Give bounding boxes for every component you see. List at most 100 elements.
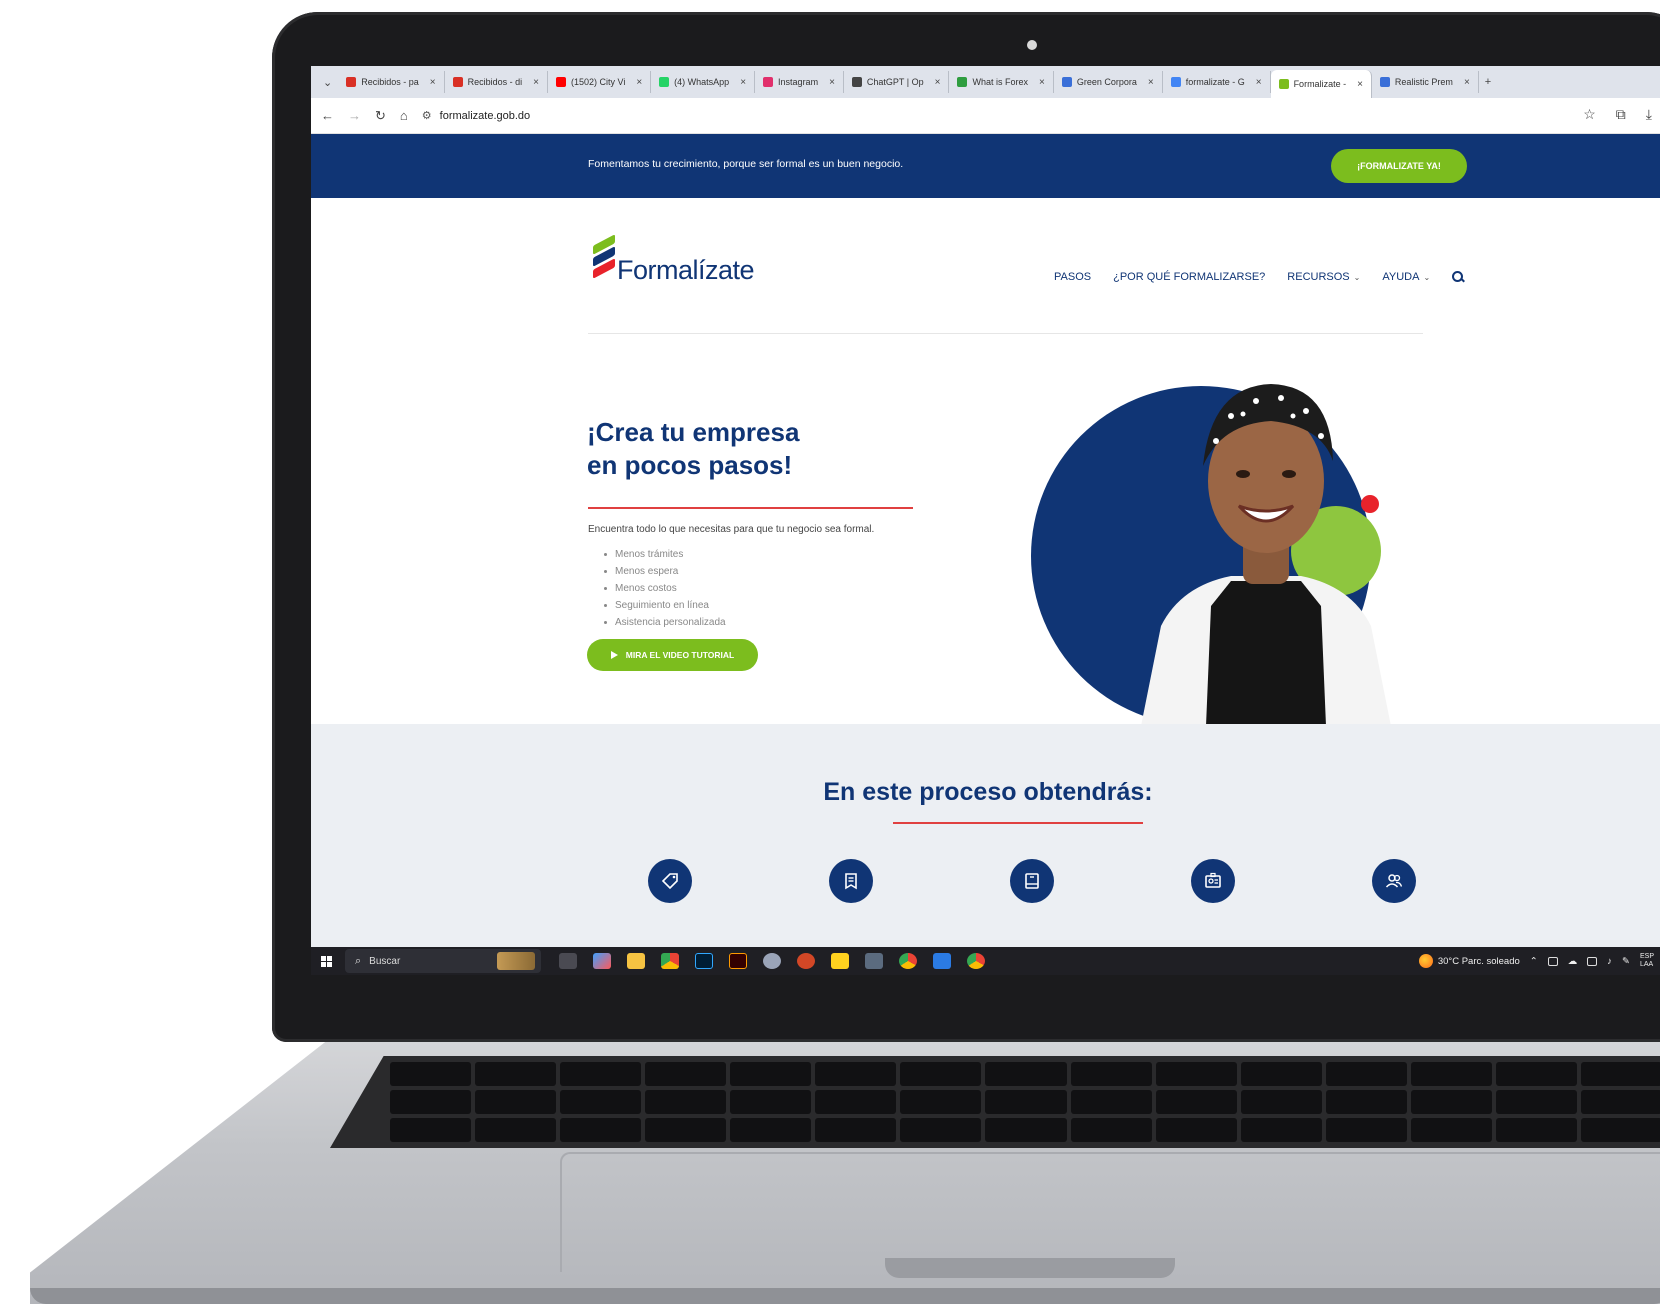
video-tutorial-button[interactable]: MIRA EL VIDEO TUTORIAL xyxy=(587,639,758,671)
tab-favicon-icon xyxy=(452,77,463,87)
language-indicator[interactable]: ESP LAA xyxy=(1640,953,1654,969)
weather-widget[interactable]: 30°C Parc. soleado xyxy=(1418,954,1520,968)
tab-search-dropdown-icon[interactable]: ⌄ xyxy=(317,76,338,89)
benefit-item: Menos trámites xyxy=(604,546,726,563)
main-navigation: PASOS ¿POR QUÉ FORMALIZARSE? RECURSOS ⌄ A… xyxy=(1054,271,1464,283)
chrome-profile-icon[interactable] xyxy=(899,953,917,969)
taskbar-search[interactable]: ⌕ Buscar xyxy=(345,949,541,973)
chrome-icon[interactable] xyxy=(661,953,679,969)
volume-icon[interactable]: ♪ xyxy=(1607,956,1612,967)
site-logo[interactable]: Formalízate xyxy=(591,234,755,286)
tag-icon[interactable] xyxy=(648,859,692,903)
tab-favicon-icon xyxy=(346,77,357,87)
browser-tab[interactable]: What is Forex × xyxy=(949,71,1054,93)
users-icon[interactable] xyxy=(1372,859,1416,903)
lang-layout: LAA xyxy=(1639,961,1654,968)
copilot-icon[interactable] xyxy=(593,953,611,969)
browser-tab[interactable]: Recibidos - di × xyxy=(445,71,548,93)
search-highlight-image xyxy=(497,952,535,970)
illustrator-icon[interactable] xyxy=(729,953,747,969)
download-icon[interactable]: ⤓ xyxy=(1646,106,1652,123)
calculator-icon[interactable] xyxy=(865,953,883,969)
search-icon[interactable] xyxy=(1452,271,1464,283)
tray-app-icon[interactable] xyxy=(1547,956,1558,966)
photoshop-icon[interactable] xyxy=(695,953,713,969)
chrome-window-icon[interactable] xyxy=(967,953,985,969)
nav-label: RECURSOS xyxy=(1287,271,1350,283)
browser-tab[interactable]: Green Corpora × xyxy=(1054,71,1163,93)
lang-code: ESP xyxy=(1639,953,1654,960)
tab-label: Instagram xyxy=(778,77,819,87)
close-tab-icon[interactable]: × xyxy=(533,77,539,88)
windows-taskbar: ⌕ Buscar 30°C Parc. soleado ⌃ ☁ ♪ ✎ ESP … xyxy=(311,947,1660,975)
file-explorer-icon[interactable] xyxy=(627,953,645,969)
hero-intro: Encuentra todo lo que necesitas para que… xyxy=(588,524,875,535)
close-tab-icon[interactable]: × xyxy=(829,77,835,88)
lid-notch xyxy=(885,1258,1175,1278)
app-icon[interactable] xyxy=(763,953,781,969)
section-title: En este proceso obtendrás: xyxy=(823,778,1153,806)
book-icon[interactable] xyxy=(1010,859,1054,903)
close-tab-icon[interactable]: × xyxy=(740,77,746,88)
bookmark-star-icon[interactable]: ☆ xyxy=(1583,106,1596,123)
search-icon: ⌕ xyxy=(355,954,362,967)
close-tab-icon[interactable]: × xyxy=(1357,79,1363,90)
sticky-notes-icon[interactable] xyxy=(831,953,849,969)
home-icon[interactable]: ⌂ xyxy=(400,108,408,123)
browser-tab[interactable]: (1502) City Vi × xyxy=(548,71,652,93)
close-tab-icon[interactable]: × xyxy=(1039,77,1045,88)
forward-icon[interactable]: → xyxy=(348,108,361,123)
close-tab-icon[interactable]: × xyxy=(1464,77,1470,88)
new-tab-button[interactable]: + xyxy=(1479,76,1497,88)
browser-tab[interactable]: (4) WhatsApp × xyxy=(651,71,756,93)
weather-text: 30°C Parc. soleado xyxy=(1437,955,1520,967)
network-icon[interactable] xyxy=(1587,956,1598,966)
logo-mark-icon xyxy=(591,234,617,286)
chevron-up-icon[interactable]: ⌃ xyxy=(1530,956,1538,967)
tab-label: Green Corpora xyxy=(1076,77,1137,87)
weather-sun-icon xyxy=(1418,954,1433,968)
start-button[interactable] xyxy=(311,955,341,967)
browser-tab[interactable]: Recibidos - pa × xyxy=(338,71,445,93)
tab-label: What is Forex xyxy=(972,77,1028,87)
browser-tab[interactable]: formalizate - G × xyxy=(1163,71,1271,93)
photos-icon[interactable] xyxy=(933,953,951,969)
url-text: formalizate.gob.do xyxy=(439,109,531,122)
play-icon xyxy=(610,651,618,659)
nav-item-ayuda[interactable]: AYUDA ⌄ xyxy=(1382,271,1430,283)
site-settings-icon[interactable]: ⚙ xyxy=(422,109,432,122)
benefit-item: Menos costos xyxy=(604,580,726,597)
close-tab-icon[interactable]: × xyxy=(1148,77,1154,88)
benefit-item: Seguimiento en línea xyxy=(604,597,726,614)
cloud-icon[interactable]: ☁ xyxy=(1568,956,1578,967)
tab-favicon-icon xyxy=(763,77,774,87)
close-tab-icon[interactable]: × xyxy=(636,77,642,88)
browser-address-bar: ← → ↻ ⌂ ⚙ formalizate.gob.do ☆ ⧉ ⤓ xyxy=(311,98,1660,134)
section-divider xyxy=(893,822,1143,824)
nav-item-recursos[interactable]: RECURSOS ⌄ xyxy=(1287,271,1360,283)
browser-tab[interactable]: ChatGPT | Op × xyxy=(844,71,950,93)
receipt-icon[interactable] xyxy=(829,859,873,903)
browser-tab[interactable]: Realistic Prem × xyxy=(1372,71,1479,93)
tab-label: Recibidos - pa xyxy=(361,77,419,87)
close-tab-icon[interactable]: × xyxy=(430,77,436,88)
reload-icon[interactable]: ↻ xyxy=(375,108,386,124)
pen-icon[interactable]: ✎ xyxy=(1622,956,1630,967)
url-field[interactable]: ⚙ formalizate.gob.do xyxy=(422,109,531,123)
nav-item-pasos[interactable]: PASOS xyxy=(1054,271,1091,283)
powerpoint-icon[interactable] xyxy=(797,953,815,969)
extensions-icon[interactable]: ⧉ xyxy=(1616,106,1626,123)
id-card-icon[interactable] xyxy=(1191,859,1235,903)
task-view-icon[interactable] xyxy=(559,953,577,969)
back-icon[interactable]: ← xyxy=(321,108,334,123)
trackpad xyxy=(560,1152,1660,1272)
close-tab-icon[interactable]: × xyxy=(935,77,941,88)
formalizate-ya-button[interactable]: ¡FORMALIZATE YA! xyxy=(1331,149,1467,183)
keyboard xyxy=(330,1056,1660,1148)
nav-label: PASOS xyxy=(1054,271,1092,283)
browser-tab[interactable]: Instagram × xyxy=(755,71,844,93)
browser-tab[interactable]: Formalizate - × xyxy=(1270,70,1372,98)
close-tab-icon[interactable]: × xyxy=(1256,77,1262,88)
tab-favicon-icon xyxy=(555,77,566,87)
nav-item-por-que[interactable]: ¿POR QUÉ FORMALIZARSE? xyxy=(1113,271,1265,283)
